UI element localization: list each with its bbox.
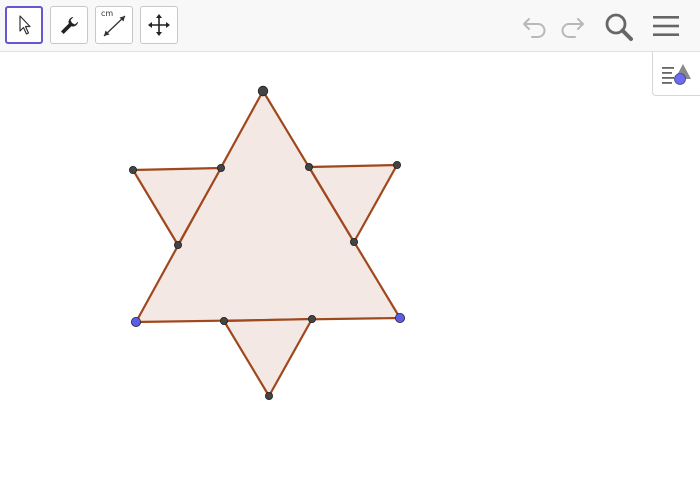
- wrench-icon: [58, 14, 80, 36]
- point-top[interactable]: [257, 85, 269, 97]
- move-cross-icon: [147, 13, 171, 37]
- cursor-arrow-icon: [14, 14, 34, 36]
- bottom-ear-triangle[interactable]: [222, 317, 314, 398]
- point-i6[interactable]: [307, 314, 316, 323]
- hamburger-menu-icon[interactable]: [650, 12, 682, 40]
- point-base-left[interactable]: [130, 316, 141, 327]
- tools-menu-button[interactable]: [50, 6, 88, 44]
- measure-tool-label: cm: [101, 9, 114, 18]
- point-base-right[interactable]: [394, 312, 405, 323]
- measure-tool-button[interactable]: cm: [95, 6, 133, 44]
- point-i5[interactable]: [219, 316, 228, 325]
- algebra-view-icon: [660, 61, 694, 87]
- undo-icon[interactable]: [519, 12, 551, 40]
- redo-icon[interactable]: [556, 12, 588, 40]
- point-i4[interactable]: [349, 237, 358, 246]
- point-i3[interactable]: [173, 240, 182, 249]
- graphics-view[interactable]: [0, 0, 700, 500]
- point-bottom[interactable]: [264, 391, 273, 400]
- move-graphics-view-button[interactable]: [140, 6, 178, 44]
- point-right-top[interactable]: [392, 160, 401, 169]
- move-tool-button[interactable]: [5, 6, 43, 44]
- point-i1[interactable]: [216, 163, 225, 172]
- algebra-view-toggle[interactable]: [652, 52, 700, 96]
- magnifier-icon[interactable]: [602, 10, 636, 44]
- geogebra-app: cm: [0, 0, 700, 500]
- toolbar: cm: [0, 0, 700, 52]
- point-i2[interactable]: [304, 162, 313, 171]
- point-left-top[interactable]: [128, 165, 137, 174]
